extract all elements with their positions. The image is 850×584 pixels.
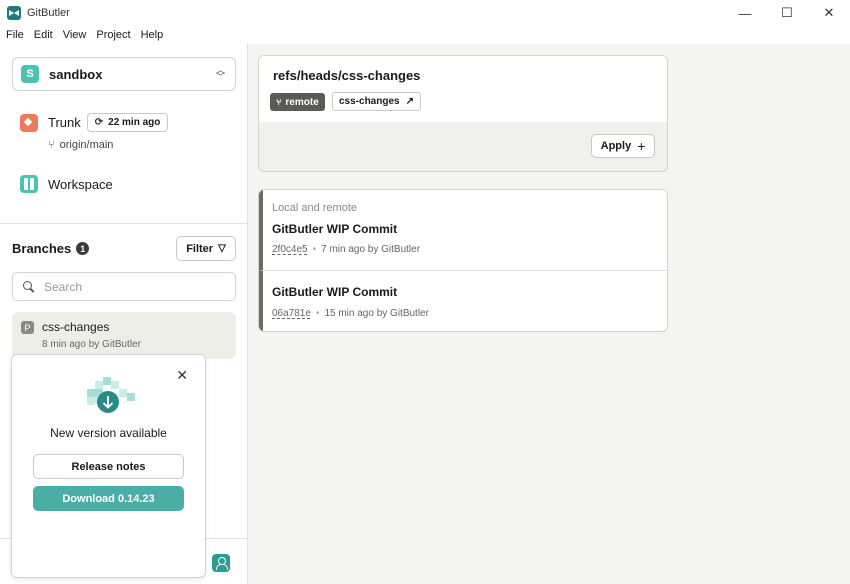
git-branch-icon: ⑂: [276, 97, 282, 107]
close-window-button[interactable]: ✕: [808, 0, 850, 26]
branch-meta: 8 min ago by GitButler: [42, 339, 141, 350]
search-icon: [23, 280, 35, 293]
workspace-nav-item[interactable]: Workspace: [20, 175, 113, 193]
branch-name: css-changes: [42, 320, 110, 334]
branch-header-card: refs/heads/css-changes ⑂ remote css-chan…: [258, 55, 668, 172]
git-branch-icon: ⑂: [48, 139, 55, 151]
filter-icon: ▽: [218, 243, 226, 254]
separator-dot: •: [315, 308, 320, 319]
maximize-button[interactable]: ☐: [766, 0, 808, 26]
user-profile-icon[interactable]: [212, 554, 230, 572]
branch-ref-title: refs/heads/css-changes: [273, 68, 421, 83]
commit-meta: 06a781e • 15 min ago by GitButler: [272, 308, 429, 319]
title-bar: GitButler — ☐ ✕: [0, 0, 850, 26]
commit-title: GitButler WIP Commit: [272, 222, 398, 236]
commit-section-label: Local and remote: [272, 202, 357, 214]
menu-edit[interactable]: Edit: [34, 29, 53, 41]
workspace-label: Workspace: [48, 176, 113, 192]
plus-icon: +: [637, 138, 646, 154]
filter-label: Filter: [186, 242, 214, 255]
filter-button[interactable]: Filter ▽: [176, 236, 236, 261]
branch-link-tag[interactable]: css-changes ↗: [332, 92, 421, 111]
remote-tag: ⑂ remote: [270, 93, 325, 111]
refresh-icon: ⟳: [94, 117, 104, 128]
branch-link-label: css-changes: [339, 96, 400, 107]
commit-row[interactable]: Local and remote GitButler WIP Commit 2f…: [259, 190, 667, 271]
menu-bar: File Edit View Project Help: [0, 26, 850, 44]
divider: [0, 223, 248, 224]
fetch-status-badge[interactable]: ⟳ 22 min ago: [86, 113, 169, 132]
chevron-updown-icon: ︿ ﹀: [215, 65, 225, 82]
remote-tag-label: remote: [285, 96, 319, 108]
trunk-icon: [20, 113, 38, 132]
commit-author-time: 7 min ago by GitButler: [321, 244, 421, 255]
commit-row[interactable]: GitButler WIP Commit 06a781e • 15 min ag…: [259, 271, 667, 331]
origin-label: origin/main: [59, 139, 114, 151]
origin-branch: ⑂ origin/main: [48, 139, 113, 151]
menu-view[interactable]: View: [63, 29, 87, 41]
branch-list-item[interactable]: P css-changes 8 min ago by GitButler: [12, 312, 236, 359]
apply-label: Apply: [600, 140, 632, 152]
update-notification: ✕ New version available Release notes Do…: [11, 354, 206, 578]
fetch-status-text: 22 min ago: [108, 117, 161, 128]
commit-hash[interactable]: 2f0c4e5: [272, 244, 308, 255]
commit-title: GitButler WIP Commit: [272, 285, 398, 299]
trunk-nav-item[interactable]: Trunk ⟳ 22 min ago: [20, 113, 169, 132]
gitbutler-logo-icon: [7, 6, 21, 20]
branches-count-badge: 1: [76, 242, 90, 255]
menu-project[interactable]: Project: [96, 29, 130, 41]
minimize-button[interactable]: —: [724, 0, 766, 26]
menu-help[interactable]: Help: [141, 29, 164, 41]
update-title: New version available: [50, 426, 167, 440]
download-update-button[interactable]: Download 0.14.23: [33, 486, 184, 511]
branch-search[interactable]: [12, 272, 236, 301]
branch-header-top: refs/heads/css-changes ⑂ remote css-chan…: [259, 56, 667, 122]
project-name: sandbox: [49, 66, 103, 82]
apply-button[interactable]: Apply +: [591, 134, 655, 158]
branch-card-icon: P: [21, 321, 34, 334]
branches-title: Branches: [12, 241, 72, 256]
project-avatar: S: [21, 65, 39, 83]
commits-list: Local and remote GitButler WIP Commit 2f…: [258, 189, 668, 332]
search-input[interactable]: [44, 279, 214, 294]
menu-file[interactable]: File: [6, 29, 24, 41]
commit-author-time: 15 min ago by GitButler: [324, 308, 429, 319]
trunk-label: Trunk: [48, 115, 81, 130]
window-title: GitButler: [27, 7, 70, 19]
workspace-icon: [20, 175, 38, 193]
release-notes-button[interactable]: Release notes: [33, 454, 184, 479]
cloud-download-icon: [87, 377, 135, 413]
commit-meta: 2f0c4e5 • 7 min ago by GitButler: [272, 244, 420, 255]
close-icon[interactable]: ✕: [176, 367, 188, 384]
branches-heading: Branches 1: [12, 241, 90, 256]
separator-dot: •: [312, 244, 317, 255]
window-controls: — ☐ ✕: [724, 0, 850, 26]
external-link-icon: ↗: [405, 96, 414, 107]
project-selector[interactable]: S sandbox ︿ ﹀: [12, 57, 236, 91]
commit-hash[interactable]: 06a781e: [272, 308, 311, 319]
